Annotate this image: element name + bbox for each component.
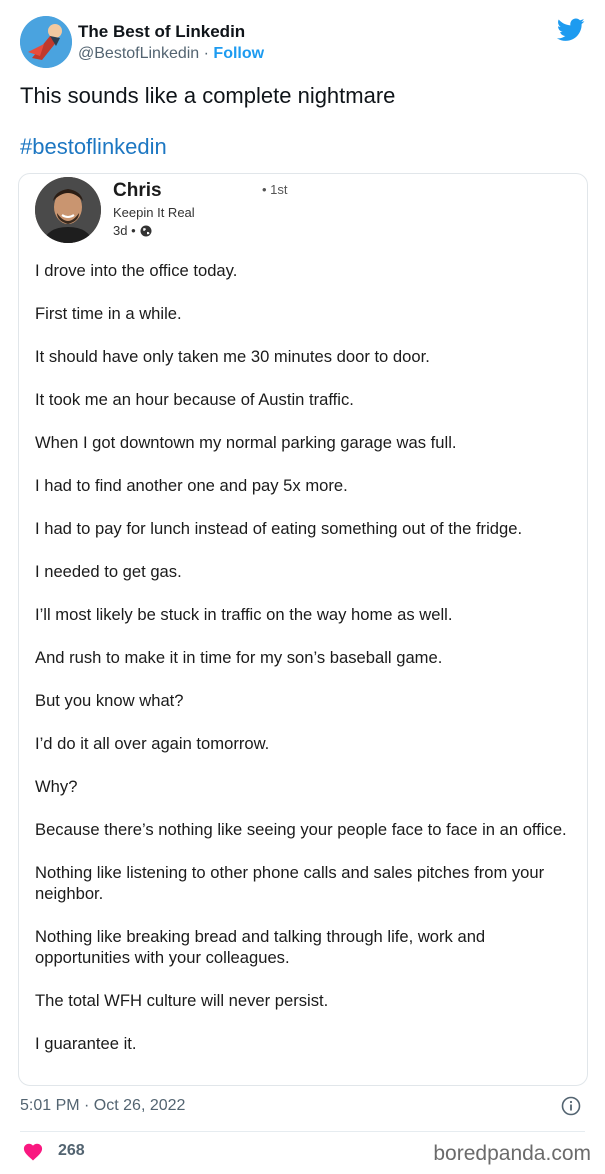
author-handle-line: @BestofLinkedin · Follow — [78, 45, 264, 63]
twitter-bird-icon[interactable] — [557, 18, 585, 42]
globe-icon — [140, 225, 152, 236]
connection-degree: • 1st — [262, 182, 288, 197]
post-paragraph: It should have only taken me 30 minutes … — [35, 347, 430, 366]
post-paragraph: Nothing like listening to other phone ca… — [35, 863, 545, 903]
author-handle[interactable]: @BestofLinkedin — [78, 45, 199, 62]
watermark: boredpanda.com — [433, 1142, 591, 1165]
post-paragraph: First time in a while. — [35, 304, 182, 323]
post-paragraph: Why? — [35, 777, 78, 796]
post-paragraph: Because there’s nothing like seeing your… — [35, 820, 567, 839]
post-paragraph: I’d do it all over again tomorrow. — [35, 734, 270, 753]
profile-photo-icon — [35, 177, 101, 243]
post-paragraph: I drove into the office today. — [35, 261, 238, 280]
linkedin-author-name: Chris — [113, 180, 162, 201]
tweet-text: This sounds like a complete nightmare — [20, 83, 396, 108]
post-paragraph: I had to find another one and pay 5x mor… — [35, 476, 348, 495]
post-paragraph: Nothing like breaking bread and talking … — [35, 927, 486, 967]
info-icon[interactable] — [561, 1096, 581, 1116]
post-paragraph: It took me an hour because of Austin tra… — [35, 390, 354, 409]
post-meta: 3d • — [113, 223, 152, 238]
post-paragraph: When I got downtown my normal parking ga… — [35, 433, 457, 452]
post-paragraph: I needed to get gas. — [35, 562, 182, 581]
linkedin-author-headline: Keepin It Real — [113, 205, 195, 220]
author-avatar[interactable] — [20, 16, 72, 68]
post-age: 3d • — [113, 223, 136, 238]
post-paragraph: I had to pay for lunch instead of eating… — [35, 519, 523, 538]
post-paragraph: And rush to make it in time for my son’s… — [35, 648, 443, 667]
post-paragraph: I guarantee it. — [35, 1034, 137, 1053]
tweet-timestamp[interactable]: 5:01 PM · Oct 26, 2022 — [20, 1097, 185, 1115]
follow-button[interactable]: Follow — [213, 45, 264, 62]
post-paragraph: I’ll most likely be stuck in traffic on … — [35, 605, 453, 624]
divider — [20, 1131, 585, 1132]
linkedin-post-screenshot: Chris • 1st Keepin It Real 3d • I drove … — [18, 173, 588, 1086]
handle-separator: · — [199, 45, 214, 62]
hashtag-link[interactable]: #bestoflinkedin — [20, 134, 167, 160]
like-button[interactable]: 268 — [22, 1141, 85, 1161]
linkedin-post-body: I drove into the office today. First time… — [35, 260, 569, 1076]
linkedin-author-avatar — [35, 177, 101, 243]
superhero-avatar-icon — [20, 16, 72, 68]
tweet-header: The Best of Linkedin @BestofLinkedin · F… — [20, 14, 585, 70]
like-count: 268 — [58, 1142, 85, 1159]
post-paragraph: But you know what? — [35, 691, 184, 710]
heart-icon — [23, 1143, 43, 1161]
author-name[interactable]: The Best of Linkedin — [78, 22, 245, 42]
post-paragraph: The total WFH culture will never persist… — [35, 991, 329, 1010]
